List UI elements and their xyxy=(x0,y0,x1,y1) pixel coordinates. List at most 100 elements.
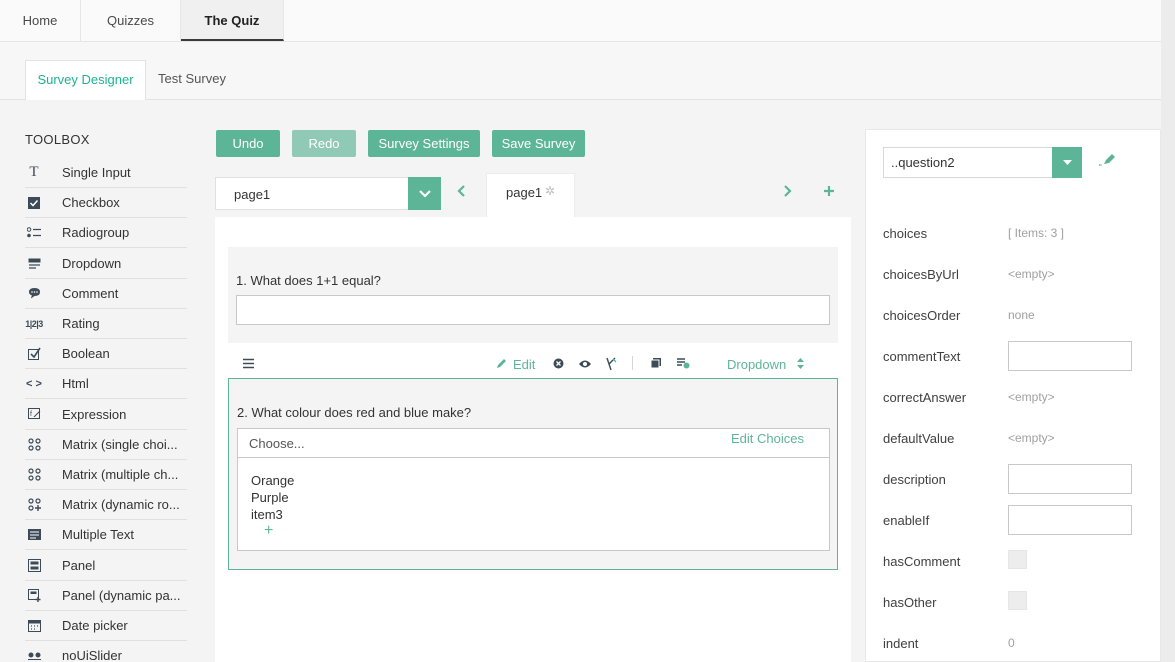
tab-test-survey[interactable]: Test Survey xyxy=(146,60,238,100)
date-picker-icon xyxy=(20,619,48,632)
nav-tab-quizzes[interactable]: Quizzes xyxy=(81,0,181,41)
property-value[interactable]: 0 xyxy=(1008,636,1015,650)
required-icon[interactable] xyxy=(605,357,617,374)
slider-icon xyxy=(20,652,48,660)
property-grid: ..question2 choices [ Items: 3 ] choicesBy… xyxy=(865,129,1161,662)
property-value[interactable]: <empty> xyxy=(1008,390,1055,404)
property-row-choicesOrder: choicesOrder none xyxy=(883,300,1149,330)
chevron-down-icon[interactable] xyxy=(1052,147,1082,178)
chevron-right-icon[interactable] xyxy=(783,184,792,201)
question-type-selector[interactable]: Dropdown xyxy=(727,357,786,372)
comment-icon xyxy=(20,287,48,299)
toolbox-item[interactable]: noUiSlider xyxy=(25,641,187,662)
property-name: choicesByUrl xyxy=(883,267,959,282)
toolbox-item[interactable]: T Single Input xyxy=(25,158,187,188)
toolbox-item[interactable]: Radiogroup xyxy=(25,218,187,249)
add-choice-icon[interactable]: + xyxy=(264,522,273,540)
question-1[interactable]: 1. What does 1+1 equal? xyxy=(228,247,838,343)
add-to-toolbox-icon[interactable] xyxy=(676,357,690,372)
toolbox-item[interactable]: Dropdown xyxy=(25,249,187,279)
toolbox-item-label: Matrix (multiple ch... xyxy=(62,467,179,482)
chevron-down-icon[interactable] xyxy=(408,177,441,210)
toolbox-item[interactable]: 1|2|3 Rating xyxy=(25,309,187,339)
property-name: correctAnswer xyxy=(883,390,967,405)
property-row-choicesByUrl: choicesByUrl <empty> xyxy=(883,259,1149,289)
property-row-hasComment: hasComment xyxy=(883,546,1149,576)
toolbox-item[interactable]: Panel (dynamic pa... xyxy=(25,581,187,611)
rating-icon: 1|2|3 xyxy=(25,318,43,329)
property-value[interactable]: [ Items: 3 ] xyxy=(1008,226,1064,240)
drag-handle-icon[interactable] xyxy=(242,357,255,372)
page-tab[interactable]: page1 ✲ xyxy=(486,173,575,217)
property-checkbox[interactable] xyxy=(1008,550,1027,569)
toolbox-item[interactable]: Boolean xyxy=(25,339,187,370)
toolbox-item[interactable]: Checkbox xyxy=(25,188,187,219)
page-tab-label: page1 xyxy=(506,185,543,200)
survey-settings-button[interactable]: Survey Settings xyxy=(368,130,480,157)
redo-button[interactable]: Redo xyxy=(292,130,356,157)
delete-icon[interactable] xyxy=(553,357,564,372)
edit-button[interactable]: Edit xyxy=(513,357,535,372)
question-2[interactable]: 2. What colour does red and blue make? C… xyxy=(228,378,838,570)
add-page-icon[interactable] xyxy=(823,184,835,201)
tab-survey-designer[interactable]: Survey Designer xyxy=(25,60,146,100)
toolbox-item[interactable]: Panel xyxy=(25,551,187,581)
toolbox-item-label: noUiSlider xyxy=(62,648,122,662)
toolbox-item[interactable]: Date picker xyxy=(25,611,187,641)
property-checkbox[interactable] xyxy=(1008,591,1027,610)
property-name: choicesOrder xyxy=(883,308,961,323)
save-survey-button[interactable]: Save Survey xyxy=(492,130,585,157)
property-value[interactable]: none xyxy=(1008,308,1035,322)
property-row-enableIf: enableIf xyxy=(883,505,1149,535)
choice-item[interactable]: Purple xyxy=(251,490,289,505)
property-input[interactable] xyxy=(1008,464,1132,494)
chevron-left-icon[interactable] xyxy=(457,184,466,201)
toolbox-item[interactable]: f Expression xyxy=(25,400,187,430)
nav-tab-home[interactable]: Home xyxy=(0,0,81,41)
nav-tab-the-quiz[interactable]: The Quiz xyxy=(181,0,284,41)
pencil-icon[interactable] xyxy=(496,357,508,372)
toolbox-item[interactable]: Comment xyxy=(25,279,187,309)
toolbox-item-label: Multiple Text xyxy=(62,527,135,543)
property-value[interactable]: <empty> xyxy=(1008,431,1055,445)
property-input[interactable] xyxy=(1008,505,1132,535)
sort-arrows-icon[interactable] xyxy=(797,357,804,372)
property-value[interactable]: <empty> xyxy=(1008,267,1055,281)
answer-input[interactable] xyxy=(236,295,830,325)
toolbox-item-label: Panel (dynamic pa... xyxy=(62,587,181,603)
choice-item[interactable]: Orange xyxy=(251,473,294,488)
edit-choices-link[interactable]: Edit Choices xyxy=(731,431,804,446)
boolean-icon xyxy=(20,347,48,361)
property-input[interactable] xyxy=(1008,341,1132,371)
property-name: hasOther xyxy=(883,595,937,610)
toolbox-item-label: Boolean xyxy=(62,346,110,362)
matrix-icon xyxy=(20,468,48,481)
pencil-icon[interactable] xyxy=(1099,152,1119,169)
scrollbar[interactable] xyxy=(1161,0,1175,662)
page-select-value: page1 xyxy=(234,187,271,202)
property-name: choices xyxy=(883,226,928,241)
copy-icon[interactable] xyxy=(650,357,662,372)
page-select[interactable]: page1 xyxy=(215,177,441,210)
gear-icon[interactable]: ✲ xyxy=(545,184,555,198)
undo-button[interactable]: Undo xyxy=(216,130,280,157)
choice-item[interactable]: item3 xyxy=(251,507,283,522)
toolbox-item[interactable]: Matrix (dynamic ro... xyxy=(25,490,187,521)
eye-icon[interactable] xyxy=(578,357,592,372)
property-row-correctAnswer: correctAnswer <empty> xyxy=(883,382,1149,412)
checkbox-icon xyxy=(20,196,48,209)
dropdown-icon xyxy=(20,258,48,269)
property-row-indent: indent 0 xyxy=(883,628,1149,658)
expression-icon: f xyxy=(20,408,48,420)
question-selector[interactable]: ..question2 xyxy=(883,147,1082,178)
dropdown-field[interactable]: Choose... Edit Choices xyxy=(237,428,830,458)
toolbox-item[interactable]: Multiple Text xyxy=(25,520,187,551)
property-name: indent xyxy=(883,636,919,651)
toolbox-item[interactable]: Matrix (multiple ch... xyxy=(25,460,187,490)
toolbox-item[interactable]: Matrix (single choi... xyxy=(25,430,187,460)
toolbox-item-label: Radiogroup xyxy=(62,225,130,241)
panel-dynamic-icon xyxy=(20,588,48,602)
toolbox-item[interactable]: < > Html xyxy=(25,369,187,400)
designer-tabs: Survey Designer Test Survey xyxy=(0,42,1175,100)
multiple-text-icon xyxy=(20,529,48,541)
